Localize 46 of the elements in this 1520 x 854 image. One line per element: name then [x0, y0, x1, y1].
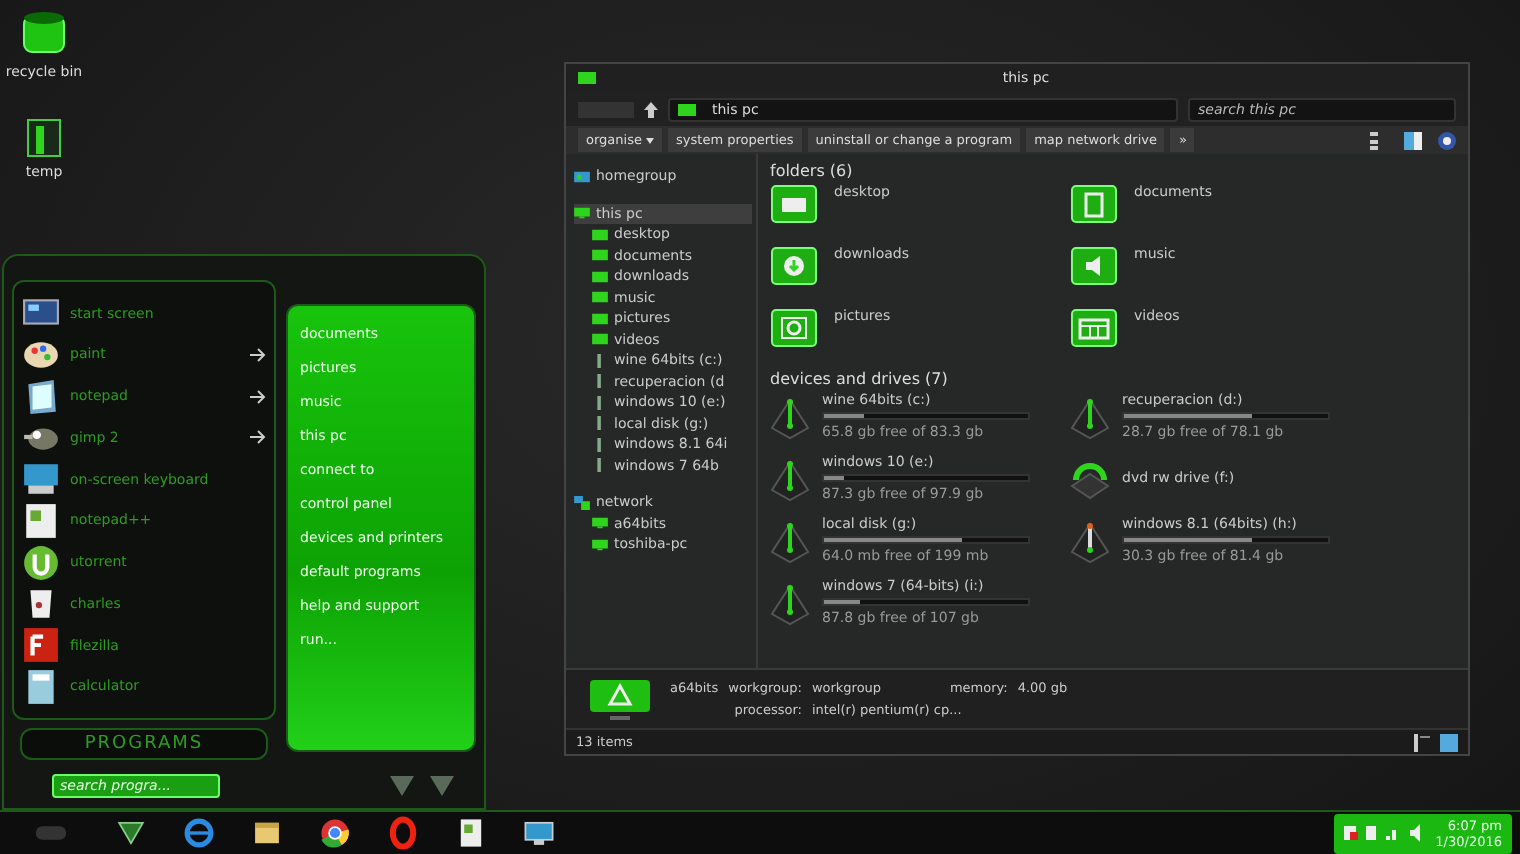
browser-icon: [181, 816, 215, 850]
drive-icon: [1070, 396, 1110, 440]
triangle-icon[interactable]: [388, 774, 416, 798]
drive-icon: [770, 520, 810, 564]
folder-icon: [1070, 184, 1118, 224]
homegroup-icon: [574, 169, 590, 184]
folder-icon: [1070, 308, 1118, 348]
large-icons-view-icon[interactable]: [1440, 733, 1458, 751]
computer-icon: [586, 677, 654, 721]
preview-pane-icon[interactable]: [1404, 131, 1422, 149]
computer-icon: [678, 103, 696, 115]
triangle-icon[interactable]: [428, 774, 456, 798]
programs-button[interactable]: PROGRAMS: [20, 728, 268, 760]
notepad-icon: [22, 501, 60, 540]
group-heading[interactable]: folders (6): [770, 162, 1456, 180]
arrow-icon: [250, 347, 266, 362]
up-arrow-icon[interactable]: [644, 101, 658, 117]
disc-drive-icon: [1070, 458, 1110, 502]
caret-icon: [646, 138, 655, 144]
ftp-icon: [22, 626, 60, 665]
folder-icon: [1070, 246, 1118, 286]
computer-icon: [592, 516, 608, 531]
browser-icon: [317, 816, 351, 850]
computer-icon: [578, 72, 596, 84]
monitor-icon: [521, 816, 555, 850]
arrow-icon: [250, 389, 266, 404]
calculator-icon: [22, 667, 60, 706]
browser-icon: [385, 816, 419, 850]
arrow-icon: [250, 430, 266, 445]
torrent-icon: [22, 543, 60, 582]
folder-icon: [770, 308, 818, 348]
computer-icon: [592, 537, 608, 552]
keyboard-icon: [22, 460, 60, 499]
computer-icon: [574, 206, 590, 221]
details-view-icon[interactable]: [1414, 733, 1432, 751]
group-heading[interactable]: devices and drives (7): [770, 370, 1456, 388]
folder-icon: [770, 184, 818, 224]
folder-icon: [770, 246, 818, 286]
help-icon[interactable]: [1438, 131, 1456, 149]
triangle-icon: [113, 816, 147, 850]
notepad-icon: [22, 377, 60, 416]
network-icon: [574, 495, 590, 510]
drive-icon: [770, 396, 810, 440]
drive-icon: [770, 458, 810, 502]
drive-icon: [1070, 520, 1110, 564]
drive-icon: [770, 582, 810, 626]
